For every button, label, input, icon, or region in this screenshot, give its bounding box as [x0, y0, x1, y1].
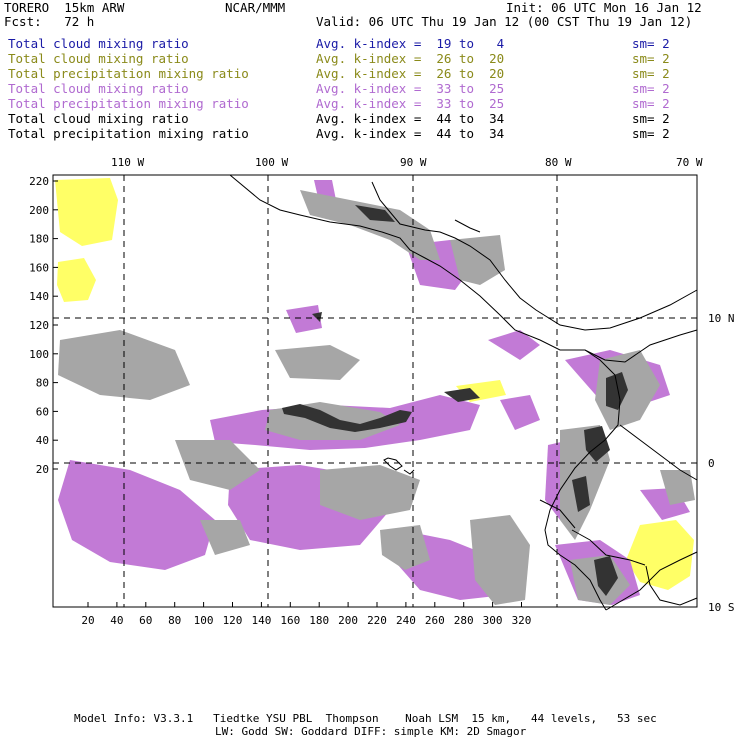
x-axis-label: 40	[110, 614, 123, 627]
model-physics-line: LW: Godd SW: Goddard DIFF: simple KM: 2D…	[215, 725, 527, 738]
lon-label: 110 W	[111, 156, 144, 169]
y-axis-label: 80	[36, 377, 49, 390]
x-axis-label: 80	[168, 614, 181, 627]
x-axis-label: 200	[338, 614, 358, 627]
lat-label: 10 S	[708, 601, 735, 614]
lon-label: 90 W	[400, 156, 427, 169]
y-axis-label: 180	[29, 233, 49, 246]
y-axis-label: 160	[29, 261, 49, 274]
y-axis-labels: 220 200 180 160 140 120 100 80 60 40 20	[29, 175, 49, 476]
y-axis-label: 60	[36, 405, 49, 418]
lon-label: 100 W	[255, 156, 288, 169]
lat-label: 0	[708, 457, 715, 470]
y-axis-label: 40	[36, 434, 49, 447]
lon-label: 80 W	[545, 156, 572, 169]
x-axis-label: 260	[425, 614, 445, 627]
lat-label: 10 N	[708, 312, 735, 325]
x-axis-label: 300	[483, 614, 503, 627]
lon-label: 70 W	[676, 156, 703, 169]
x-axis-label: 60	[139, 614, 152, 627]
x-axis-label: 180	[309, 614, 329, 627]
x-axis-label: 120	[223, 614, 243, 627]
x-axis-label: 160	[280, 614, 300, 627]
x-axis-label: 20	[81, 614, 94, 627]
x-axis-label: 240	[396, 614, 416, 627]
y-axis-label: 100	[29, 348, 49, 361]
x-axis-label: 280	[454, 614, 474, 627]
x-axis-label: 140	[251, 614, 271, 627]
model-info-line: Model Info: V3.3.1 Tiedtke YSU PBL Thomp…	[74, 712, 657, 725]
y-axis-label: 120	[29, 319, 49, 332]
y-axis-label: 20	[36, 463, 49, 476]
x-axis-labels: 20 40 60 80 100 120 140 160 180 200 220 240 260 280 30…	[81, 614, 531, 627]
x-axis-label: 220	[367, 614, 387, 627]
x-axis-label: 320	[512, 614, 532, 627]
forecast-map: 110 W 100 W 90 W 80 W 70 W 2202001801601…	[29, 156, 735, 627]
x-axis-label: 100	[194, 614, 214, 627]
y-axis-label: 200	[29, 204, 49, 217]
y-axis-label: 140	[29, 290, 49, 303]
y-axis-label: 220	[29, 175, 49, 188]
